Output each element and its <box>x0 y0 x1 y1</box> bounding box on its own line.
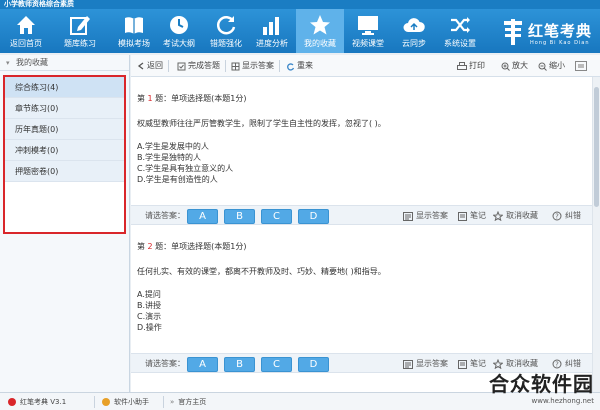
document-icon <box>177 62 186 70</box>
vertical-scrollbar[interactable] <box>592 77 600 392</box>
book-icon <box>125 17 143 34</box>
bar-chart-icon <box>263 17 279 35</box>
toolbar-video-button[interactable]: 视频课堂 <box>344 9 392 53</box>
toolbar-wrong-questions-button[interactable]: 错题强化 <box>202 9 250 53</box>
toolbar-home-button[interactable]: 返回首页 <box>2 9 50 53</box>
zoom-out-button[interactable]: 缩小 <box>538 55 565 77</box>
refresh-icon <box>216 16 236 35</box>
clock-icon <box>170 16 188 34</box>
fullscreen-icon <box>575 61 587 71</box>
option-d: D.学生是有创造性的人 <box>137 175 218 184</box>
brand-name: 红笔考典 <box>528 22 593 40</box>
sidebar-item-past-papers[interactable]: 历年真题(0) <box>5 119 124 140</box>
finish-button[interactable]: 完成答题 <box>177 55 226 77</box>
question-title: 第 2 题：单项选择题(本题1分) <box>137 242 247 251</box>
sidebar-header[interactable]: ▾ 我的收藏 <box>0 55 129 71</box>
option-list: A.学生是发展中的人 B.学生是独特的人 C.学生是具有独立意义的人 D.学生是… <box>137 141 577 185</box>
sidebar-item-prediction[interactable]: 押题密卷(0) <box>5 161 124 182</box>
option-b: B.讲授 <box>137 301 162 310</box>
redo-button[interactable]: 重来 <box>286 55 313 77</box>
toolbar-favorites-button[interactable]: 我的收藏 <box>296 9 344 53</box>
question-1: 第 1 题：单项选择题(本题1分) 权威型教师往往严厉管教学生，限制了学生自主性… <box>137 93 577 185</box>
double-chevron-icon: » <box>170 398 175 406</box>
favorites-category-list: 综合练习(4) 章节练习(0) 历年真题(0) 冲刺模考(0) 押题密卷(0) <box>3 75 126 234</box>
notes-link[interactable]: 笔记 <box>458 206 486 226</box>
fullscreen-button[interactable] <box>575 55 589 77</box>
answer-a-button[interactable]: A <box>187 209 218 224</box>
question-2: 第 2 题：单项选择题(本题1分) 任何扎实、有效的课堂，都离不开教师及时、巧妙… <box>137 241 577 333</box>
answer-icon <box>403 211 413 221</box>
chevron-down-icon: ▾ <box>6 58 10 67</box>
note-icon <box>458 211 467 221</box>
answer-bar-1: 请选答案： A B C D 显示答案 笔记 取消收藏 ? 纠错 <box>131 205 594 225</box>
answer-d-button[interactable]: D <box>298 357 329 372</box>
show-answer-button[interactable]: 显示答案 <box>231 55 280 77</box>
answer-b-button[interactable]: B <box>224 209 255 224</box>
show-answer-link[interactable]: 显示答案 <box>403 206 448 226</box>
question-panel: 返回 完成答题 显示答案 重来 打印 放大 缩小 第 1 题：单项选择题(本题1… <box>131 55 600 392</box>
cloud-icon <box>403 18 425 32</box>
sidebar-item-sprint-mock[interactable]: 冲刺模考(0) <box>5 140 124 161</box>
brand-logo: 红笔考典 Hong Bi Kao Dian <box>502 19 594 53</box>
scrollbar-thumb[interactable] <box>594 87 599 207</box>
option-d: D.操作 <box>137 323 162 332</box>
answer-c-button[interactable]: C <box>261 357 292 372</box>
help-icon: ? <box>552 211 562 221</box>
svg-text:?: ? <box>555 213 559 221</box>
answer-b-button[interactable]: B <box>224 357 255 372</box>
home-icon <box>17 16 35 34</box>
option-list: A.提问 B.讲授 C.演示 D.操作 <box>137 289 577 333</box>
unfavorite-link[interactable]: 取消收藏 <box>493 206 538 226</box>
monitor-icon <box>358 16 378 35</box>
brand-pinyin: Hong Bi Kao Dian <box>530 40 590 46</box>
shuffle-icon <box>451 17 470 33</box>
assistant-link[interactable]: 软件小助手 <box>102 393 149 410</box>
toolbar-syllabus-button[interactable]: 考试大纲 <box>155 9 203 53</box>
toolbar-settings-button[interactable]: 系统设置 <box>436 9 484 53</box>
option-c: C.演示 <box>137 312 162 321</box>
question-stem: 权威型教师往往严厉管教学生，限制了学生自主性的发挥，忽视了( )。 <box>137 119 386 128</box>
toolbar-progress-button[interactable]: 进度分析 <box>248 9 296 53</box>
answer-d-button[interactable]: D <box>298 209 329 224</box>
main-toolbar: 返回首页 题库练习 模拟考场 考试大纲 错题强化 进度分析 我的收藏 视频课堂 … <box>0 9 600 53</box>
question-title: 第 1 题：单项选择题(本题1分) <box>137 94 247 103</box>
zoom-in-icon <box>501 62 510 71</box>
question-nav-bar: 返回 完成答题 显示答案 重来 打印 放大 缩小 <box>131 55 600 77</box>
printer-icon <box>457 61 467 70</box>
option-a: A.提问 <box>137 290 161 299</box>
toolbar-cloud-sync-button[interactable]: 云同步 <box>390 9 438 53</box>
option-c: C.学生是具有独立意义的人 <box>137 164 234 173</box>
star-outline-icon <box>493 211 503 221</box>
grid-icon <box>231 62 240 70</box>
redo-icon <box>287 62 295 71</box>
version-label: 红笔考典 V3.1 <box>8 393 66 410</box>
brand-dot-icon <box>8 398 16 406</box>
pen-logo-icon <box>504 19 522 45</box>
edit-icon <box>70 16 90 35</box>
site-watermark: 合众软件园 www.hezhong.net <box>489 372 594 405</box>
toolbar-practice-button[interactable]: 题库练习 <box>56 9 104 53</box>
answer-icon <box>403 359 413 369</box>
homepage-link[interactable]: » 官方主页 <box>170 393 206 410</box>
assistant-icon <box>102 398 110 406</box>
back-button[interactable]: 返回 <box>137 55 169 77</box>
favorites-sidebar: ▾ 我的收藏 综合练习(4) 章节练习(0) 历年真题(0) 冲刺模考(0) 押… <box>0 55 130 392</box>
option-a: A.学生是发展中的人 <box>137 142 209 151</box>
sidebar-item-chapter[interactable]: 章节练习(0) <box>5 98 124 119</box>
question-stem: 任何扎实、有效的课堂，都离不开教师及时、巧妙、精要地( )和指导。 <box>137 267 386 276</box>
window-title: 小学教师资格综合素质 <box>0 0 600 9</box>
answer-a-button[interactable]: A <box>187 357 218 372</box>
arrow-left-icon <box>137 62 144 70</box>
zoom-out-icon <box>538 62 547 71</box>
answer-c-button[interactable]: C <box>261 209 292 224</box>
sidebar-item-comprehensive[interactable]: 综合练习(4) <box>5 77 124 98</box>
report-error-link[interactable]: ? 纠错 <box>552 206 581 226</box>
toolbar-mock-exam-button[interactable]: 模拟考场 <box>110 9 158 53</box>
print-button[interactable]: 打印 <box>457 55 485 77</box>
option-b: B.学生是独特的人 <box>137 153 202 162</box>
star-icon <box>310 15 330 35</box>
zoom-in-button[interactable]: 放大 <box>501 55 528 77</box>
